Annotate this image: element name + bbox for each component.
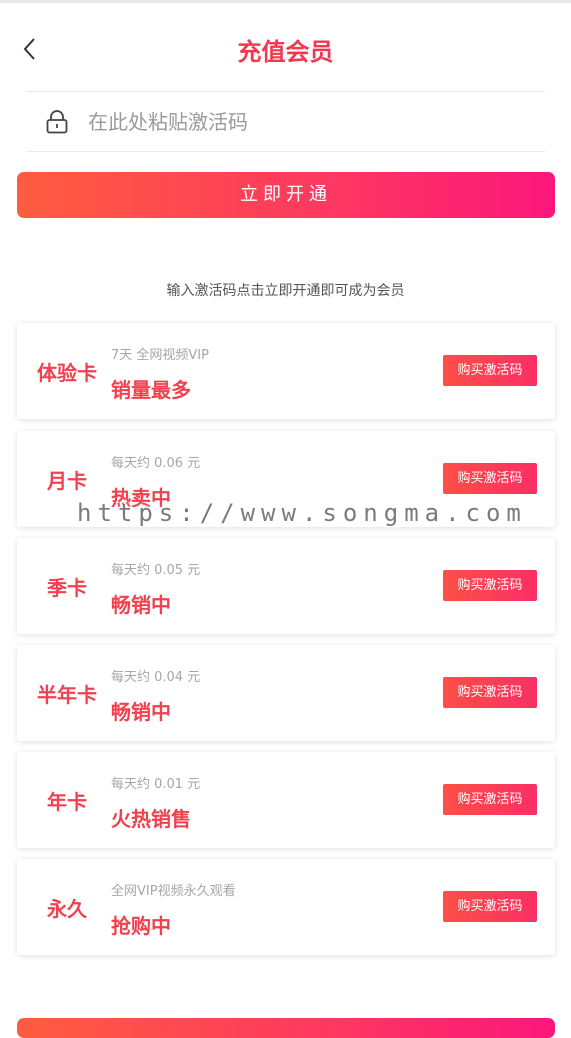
buy-code-button[interactable]: 购买激活码: [443, 677, 537, 708]
plan-description: 每天约 0.04 元: [111, 670, 201, 685]
plan-name: 季卡: [47, 576, 87, 600]
plan-name: 月卡: [47, 469, 87, 493]
plan-name: 永久: [47, 897, 87, 921]
plan-tag: 销量最多: [111, 378, 191, 402]
plan-name: 半年卡: [37, 683, 97, 707]
activate-now-button[interactable]: 立即开通: [17, 172, 555, 218]
header: 充值会员: [0, 18, 571, 80]
buy-code-button[interactable]: 购买激活码: [443, 570, 537, 601]
plan-card-quarter[interactable]: 季卡 每天约 0.05 元 畅销中 购买激活码: [17, 538, 555, 634]
plan-tag: 畅销中: [111, 593, 171, 617]
plan-card-trial[interactable]: 体验卡 7天 全网视频VIP 销量最多 购买激活码: [17, 323, 555, 419]
activation-hint: 输入激活码点击立即开通即可成为会员: [166, 283, 405, 299]
activation-code-row: [26, 91, 545, 152]
buy-code-button[interactable]: 购买激活码: [443, 891, 537, 922]
buy-code-button[interactable]: 购买激活码: [443, 355, 537, 386]
bottom-action-button[interactable]: [17, 1018, 555, 1038]
top-divider: [0, 0, 571, 3]
lock-icon: [46, 110, 68, 134]
plan-description: 每天约 0.05 元: [111, 563, 201, 578]
plan-description: 每天约 0.06 元: [111, 456, 201, 471]
plan-tag: 抢购中: [111, 914, 171, 938]
plan-card-lifetime[interactable]: 永久 全网VIP视频永久观看 抢购中 购买激活码: [17, 859, 555, 955]
plan-name: 年卡: [47, 790, 87, 814]
plan-tag: 畅销中: [111, 700, 171, 724]
page-title: 充值会员: [237, 38, 334, 66]
buy-code-button[interactable]: 购买激活码: [443, 463, 537, 494]
plan-card-half-year[interactable]: 半年卡 每天约 0.04 元 畅销中 购买激活码: [17, 645, 555, 741]
plan-description: 每天约 0.01 元: [111, 777, 201, 792]
buy-code-button[interactable]: 购买激活码: [443, 784, 537, 815]
plan-description: 全网VIP视频永久观看: [111, 884, 236, 899]
watermark: https://www.songma.com: [77, 499, 527, 527]
activation-code-input[interactable]: [86, 102, 530, 142]
plan-name: 体验卡: [37, 361, 97, 385]
plan-card-year[interactable]: 年卡 每天约 0.01 元 火热销售 购买激活码: [17, 752, 555, 848]
plan-description: 7天 全网视频VIP: [111, 348, 209, 363]
plan-tag: 火热销售: [111, 807, 191, 831]
